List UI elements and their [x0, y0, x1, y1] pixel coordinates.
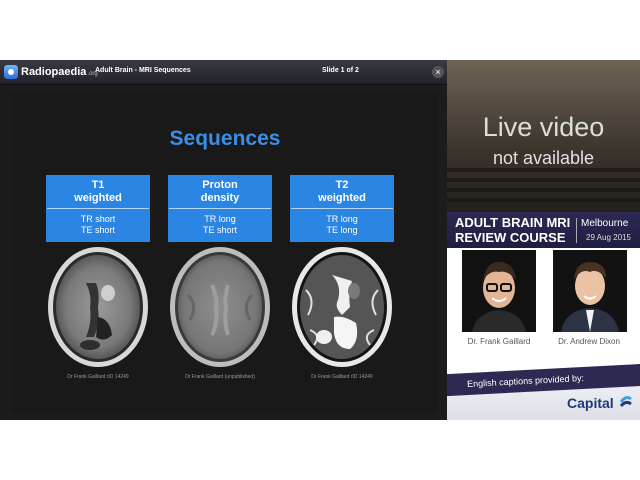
- sponsor-logo: Capital: [567, 395, 614, 411]
- video-player: Radiopaedia .org Adult Brain - MRI Seque…: [0, 60, 640, 420]
- te-value: TE short: [80, 225, 115, 235]
- slide-content: Sequences T1 weighted TR short TE short: [12, 93, 438, 413]
- course-date: 29 Aug 2015: [586, 233, 631, 242]
- presenter-name: Dr. Frank Gaillard: [467, 337, 531, 346]
- slide-heading: Sequences: [169, 127, 281, 150]
- sequence-title-line1: T2: [335, 179, 349, 191]
- sequence-box-t2: T2 weighted TR long TE long: [290, 175, 394, 242]
- te-value: TE long: [326, 225, 358, 235]
- course-title-line1: ADULT BRAIN MRI: [455, 215, 571, 230]
- image-credit: Dr Frank Gaillard rID 14249: [311, 374, 373, 380]
- tr-value: TR short: [80, 214, 116, 224]
- brain-scan-t1: [48, 247, 148, 367]
- image-credit: Dr Frank Gaillard (unpublished): [185, 374, 255, 380]
- live-video-status: not available: [492, 148, 595, 168]
- banner-divider: [576, 218, 577, 243]
- deck-title: Adult Brain - MRI Sequences: [95, 67, 191, 74]
- sequence-title-line2: weighted: [318, 192, 366, 204]
- te-value: TE short: [202, 225, 237, 235]
- tr-value: TR long: [326, 214, 358, 224]
- sponsor-logo-icon: [619, 396, 632, 408]
- course-title: ADULT BRAIN MRI REVIEW COURSE: [455, 215, 573, 245]
- presenter-photo: [553, 250, 627, 332]
- sequence-params: TR short TE short: [47, 208, 149, 241]
- course-city: Melbourne: [581, 218, 629, 229]
- live-video-text: Live video: [482, 112, 605, 142]
- sequence-title-line2: weighted: [74, 192, 122, 204]
- slide-toolbar: Radiopaedia .org Adult Brain - MRI Seque…: [0, 60, 447, 85]
- brain-scan-pd: [170, 247, 270, 367]
- close-icon: ×: [435, 67, 441, 77]
- tr-value: TR long: [204, 214, 236, 224]
- sequence-title: T2 weighted: [290, 175, 394, 208]
- sequence-title-line2: density: [200, 192, 240, 204]
- course-title-line2: REVIEW COURSE: [455, 230, 566, 245]
- sequence-title-line1: Proton: [202, 179, 238, 191]
- sequence-title: Proton density: [168, 175, 272, 208]
- sequence-box-t1: T1 weighted TR short TE short: [46, 175, 150, 242]
- sequence-params: TR long TE short: [169, 208, 271, 241]
- presenter-name: Dr. Andrew Dixon: [558, 337, 620, 346]
- slide-panel: Radiopaedia .org Adult Brain - MRI Seque…: [0, 60, 447, 420]
- radiopaedia-logo[interactable]: Radiopaedia .org: [4, 63, 98, 81]
- sequence-box-pd: Proton density TR long TE short: [168, 175, 272, 242]
- live-video-panel: Live video not available: [447, 60, 640, 212]
- close-button[interactable]: ×: [432, 66, 444, 78]
- course-banner: ADULT BRAIN MRI REVIEW COURSE Melbourne …: [447, 212, 640, 248]
- brain-scan-t2: [292, 247, 392, 367]
- image-credit: Dr Frank Gaillard rID 14249: [67, 374, 129, 380]
- course-info-panel: ADULT BRAIN MRI REVIEW COURSE Melbourne …: [447, 212, 640, 420]
- slide-counter: Slide 1 of 2: [322, 67, 359, 74]
- logo-text: Radiopaedia: [21, 66, 87, 78]
- sequence-params: TR long TE long: [291, 208, 393, 241]
- sequence-title-line1: T1: [91, 179, 105, 191]
- presenter-photo: [462, 250, 536, 332]
- sequence-title: T1 weighted: [46, 175, 150, 208]
- radiopaedia-logo-icon: [4, 65, 18, 79]
